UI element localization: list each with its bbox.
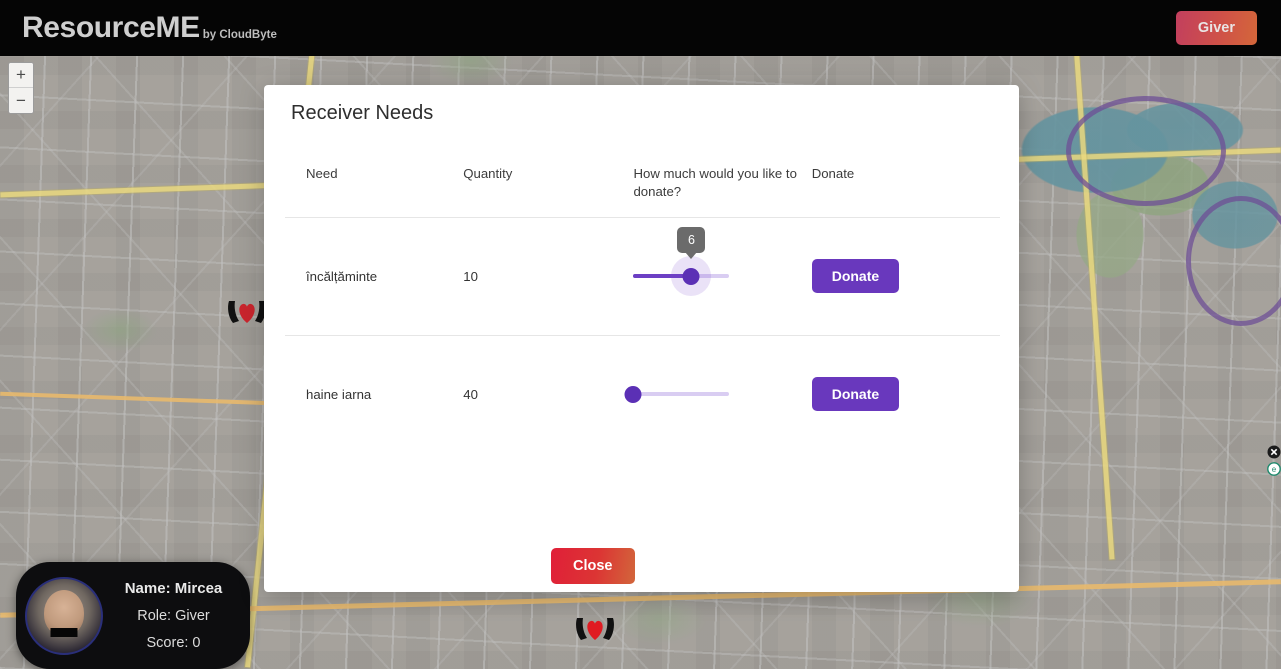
user-role: Role: Giver	[137, 608, 210, 624]
user-info: Name: Mircea Role: Giver Score: 0	[103, 580, 250, 651]
slider-value-tooltip: 6	[677, 227, 706, 254]
column-header-donation-amount: How much would you like to donate?	[633, 153, 812, 218]
donation-slider[interactable]	[624, 377, 730, 411]
need-quantity: 10	[463, 217, 634, 336]
user-profile-card: Name: Mircea Role: Giver Score: 0	[16, 562, 250, 669]
map-edge-icons[interactable]: e	[1266, 444, 1281, 476]
donation-slider[interactable]: 6	[633, 227, 730, 297]
close-button[interactable]: Close	[551, 548, 635, 584]
map-river	[1186, 196, 1281, 326]
svg-text:e: e	[1271, 465, 1276, 474]
need-name: haine iarna	[306, 386, 372, 402]
modal-title: Receiver Needs	[291, 102, 434, 124]
heart-hands-marker[interactable]	[573, 614, 617, 644]
slider-thumb[interactable]	[624, 386, 642, 404]
column-header-quantity: Quantity	[463, 153, 634, 218]
column-header-donate: Donate	[811, 153, 1000, 218]
needs-table: Need Quantity How much would you like to…	[285, 153, 1000, 453]
table-row: încălțăminte 10 6 Donate	[285, 217, 1000, 336]
user-name: Name: Mircea	[124, 580, 223, 597]
table-header-row: Need Quantity How much would you like to…	[285, 153, 1000, 218]
table-row: haine iarna 40 Donate	[285, 335, 1000, 453]
avatar	[25, 576, 103, 655]
donate-button[interactable]: Donate	[811, 377, 900, 412]
heart-hands-marker[interactable]	[225, 297, 269, 327]
needs-table-body: încălțăminte 10 6 Donate haine iarna 40 Donate	[285, 217, 1000, 453]
brand-name: ResourceME	[22, 11, 200, 44]
brand-logo: ResourceME by CloudByte	[0, 13, 277, 43]
map-river	[1066, 96, 1226, 206]
role-giver-button[interactable]: Giver	[1175, 11, 1257, 45]
info-icon[interactable]: e	[1266, 461, 1281, 476]
zoom-out-button[interactable]: −	[9, 88, 33, 113]
user-score: Score: 0	[146, 635, 201, 651]
avatar-redaction-bar	[50, 627, 78, 637]
need-quantity: 40	[463, 386, 478, 402]
app-header: ResourceME by CloudByte Giver	[0, 0, 1281, 56]
needs-table-header: Need Quantity How much would you like to…	[285, 153, 1000, 218]
map-road	[1070, 0, 1115, 560]
brand-subtitle: by CloudByte	[202, 29, 277, 41]
zoom-in-button[interactable]: +	[9, 63, 33, 88]
column-header-need: Need	[285, 153, 464, 218]
slider-thumb[interactable]	[682, 268, 700, 286]
donate-button[interactable]: Donate	[811, 259, 900, 294]
need-name: încălțăminte	[285, 217, 464, 336]
slider-track[interactable]	[633, 392, 730, 397]
close-icon[interactable]	[1266, 444, 1281, 459]
receiver-needs-modal: Receiver Needs Need Quantity How much wo…	[264, 85, 1019, 592]
map-zoom-control[interactable]: + −	[8, 62, 34, 114]
